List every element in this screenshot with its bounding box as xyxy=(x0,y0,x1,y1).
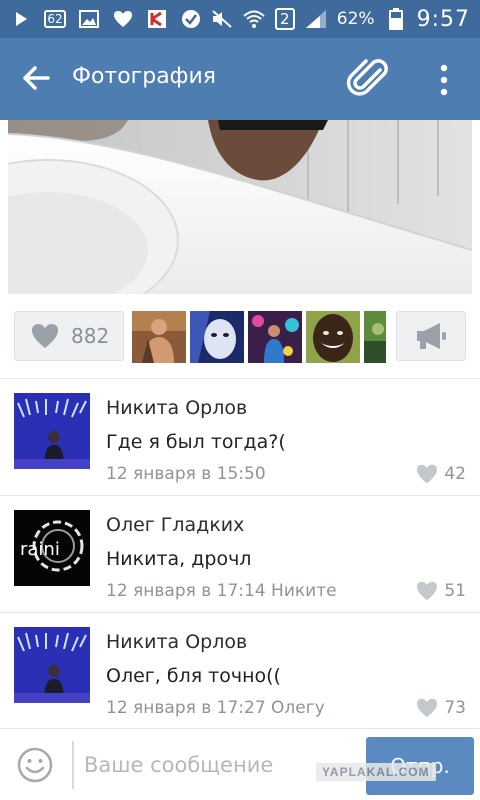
liker-avatar-image xyxy=(364,311,386,363)
avatar-image xyxy=(14,393,90,469)
comment-like-count: 42 xyxy=(444,464,466,484)
sim-slot-badge: 2 xyxy=(274,8,295,30)
like-button[interactable]: 882 xyxy=(14,311,124,361)
liker-avatar-image xyxy=(306,311,360,363)
comment-item[interactable]: Никита Орлов Олег, бля точно(( 12 января… xyxy=(0,612,480,729)
liker-avatar-image xyxy=(190,311,244,363)
battery-icon xyxy=(385,8,407,30)
heart-app-icon xyxy=(112,8,134,30)
notification-count-badge: 62 xyxy=(44,10,66,28)
comment-avatar[interactable]: raini xyxy=(14,510,90,586)
liker-avatar[interactable] xyxy=(190,311,244,363)
heart-icon xyxy=(417,464,438,484)
avatar-logo-text: raini xyxy=(20,539,60,560)
share-button[interactable] xyxy=(396,311,466,361)
comment-author[interactable]: Никита Орлов xyxy=(106,397,247,419)
more-vertical-icon xyxy=(440,64,448,96)
check-circle-icon xyxy=(180,8,202,30)
avatar-image: raini xyxy=(14,510,90,586)
comment-author[interactable]: Олег Гладких xyxy=(106,514,244,536)
liker-avatar[interactable] xyxy=(306,311,360,363)
comment-avatar[interactable] xyxy=(14,393,90,469)
avatar-image xyxy=(14,627,90,703)
back-button[interactable] xyxy=(18,60,54,96)
heart-icon xyxy=(32,324,58,348)
comment-item[interactable]: raini Олег Гладких Никита, дрочл 12 янва… xyxy=(0,495,480,612)
kaspersky-icon xyxy=(146,8,168,30)
attach-button[interactable] xyxy=(346,56,392,102)
megaphone-icon xyxy=(417,323,446,349)
liker-avatar[interactable] xyxy=(248,311,302,363)
comment-meta: 12 января в 17:27 Олегу xyxy=(106,698,325,718)
heart-icon xyxy=(417,698,438,718)
emoji-button[interactable] xyxy=(16,746,54,784)
back-arrow-icon xyxy=(23,66,50,90)
mute-icon xyxy=(211,8,233,30)
liker-avatar-image xyxy=(248,311,302,363)
comment-author[interactable]: Никита Орлов xyxy=(106,631,247,653)
comment-text: Олег, бля точно(( xyxy=(106,665,281,687)
play-icon xyxy=(10,8,32,30)
message-composer: Отпр. YAPLAKAL.COM xyxy=(0,728,480,800)
comment-text: Никита, дрочл xyxy=(106,548,252,570)
comment-item[interactable]: Никита Орлов Где я был тогда?( 12 января… xyxy=(0,378,480,495)
liker-avatar-image xyxy=(132,311,186,363)
comment-like-count: 51 xyxy=(444,581,466,601)
comment-like-button[interactable]: 51 xyxy=(416,581,466,601)
comment-meta: 12 января в 15:50 xyxy=(106,464,266,484)
paperclip-icon xyxy=(346,59,388,96)
image-icon xyxy=(78,8,100,30)
watermark: YAPLAKAL.COM xyxy=(316,763,436,781)
liker-avatar[interactable] xyxy=(364,311,386,363)
likes-row: 882 xyxy=(0,296,480,378)
like-count: 882 xyxy=(71,324,110,348)
comment-like-count: 73 xyxy=(444,698,466,718)
heart-icon xyxy=(417,581,438,601)
battery-percent: 62% xyxy=(336,9,375,29)
signal-icon xyxy=(305,8,327,30)
comment-avatar[interactable] xyxy=(14,627,90,703)
photo-view[interactable] xyxy=(8,120,472,294)
comment-like-button[interactable]: 73 xyxy=(416,698,466,718)
photo-image xyxy=(8,120,472,294)
app-bar: Фотография xyxy=(0,38,480,120)
liker-avatar[interactable] xyxy=(132,311,186,363)
clock: 9:57 xyxy=(416,6,470,32)
message-input[interactable] xyxy=(84,743,354,787)
page-title: Фотография xyxy=(72,64,217,89)
wifi-icon xyxy=(243,8,265,30)
status-bar-notifications: 62 xyxy=(10,6,202,32)
comment-meta: 12 января в 17:14 Никите xyxy=(106,581,337,601)
status-bar-system: 2 62% 9:57 xyxy=(211,6,470,32)
status-bar: 62 2 62% 9:57 xyxy=(0,0,480,38)
more-options-button[interactable] xyxy=(430,60,458,100)
comment-like-button[interactable]: 42 xyxy=(416,464,466,484)
composer-divider xyxy=(72,741,74,789)
comment-text: Где я был тогда?( xyxy=(106,431,286,453)
smiley-icon xyxy=(17,747,53,783)
